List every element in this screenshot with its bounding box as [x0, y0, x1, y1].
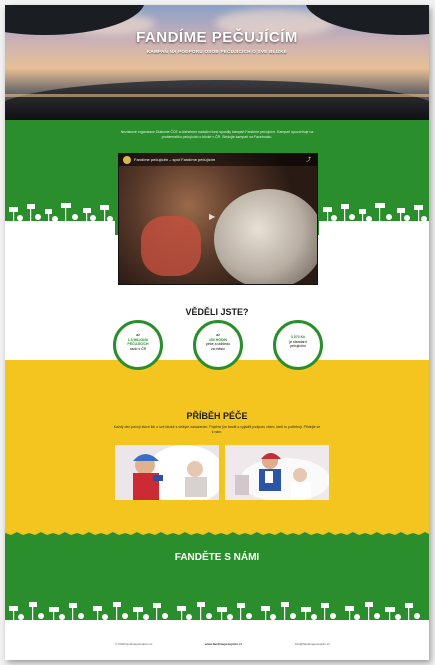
channel-logo-icon — [123, 156, 131, 164]
intro-text: Neziskové organizace Diakonie ČCE a Alzh… — [120, 130, 314, 139]
fans-crowd-top-edge — [5, 532, 429, 537]
video-title[interactable]: Fandíme pečujícím – spot Fandíme pečujíc… — [134, 157, 215, 162]
footer-email-link[interactable]: info@fandimepecujicim.cz — [295, 642, 330, 646]
stat-circle-hours: až 150 HODIN péče a dohledu za měsíc — [193, 320, 243, 370]
story-heading: PŘÍBĚH PÉČE — [186, 411, 248, 421]
stat-circle-allowance: 3 870 Kč je standard pečujícího — [273, 320, 323, 370]
join-heading: FANDĚTE S NÁMI — [174, 552, 260, 563]
footer: © 2019 fandimepecujicim.cz www.fandimepe… — [5, 630, 429, 660]
play-icon[interactable]: ▶ — [209, 212, 215, 221]
facts-heading: VĚDĚLI JSTE? — [185, 307, 249, 317]
stadium-stands — [5, 80, 429, 120]
share-icon[interactable]: ⤴ — [306, 156, 311, 163]
page-frame: FANDÍME PEČUJÍCÍM KAMPAŇ NA PODPORU OSOB… — [5, 5, 429, 660]
video-player[interactable]: Fandíme pečujícím – spot Fandíme pečujíc… — [118, 153, 318, 285]
page-title: FANDÍME PEČUJÍCÍM — [136, 29, 298, 46]
page-subtitle: KAMPAŇ NA PODPORU OSOB PEČUJÍCÍCH O SVÉ … — [146, 49, 288, 54]
stat-circle-carers: až 1,3 MILIONU PEČUJÍCÍCH osob v ČR — [113, 320, 163, 370]
footer-website-link[interactable]: www.fandimepecujicim.cz — [205, 642, 242, 646]
footer-copyright: © 2019 fandimepecujicim.cz — [115, 642, 153, 646]
story-photo-1 — [115, 445, 219, 500]
story-text: Každý den pečují tisíce lidí o své blízk… — [113, 425, 321, 434]
hero-banner: FANDÍME PEČUJÍCÍM KAMPAŇ NA PODPORU OSOB… — [5, 5, 429, 120]
story-photo-2 — [225, 445, 329, 500]
fans-crowd-bottom — [5, 602, 429, 632]
